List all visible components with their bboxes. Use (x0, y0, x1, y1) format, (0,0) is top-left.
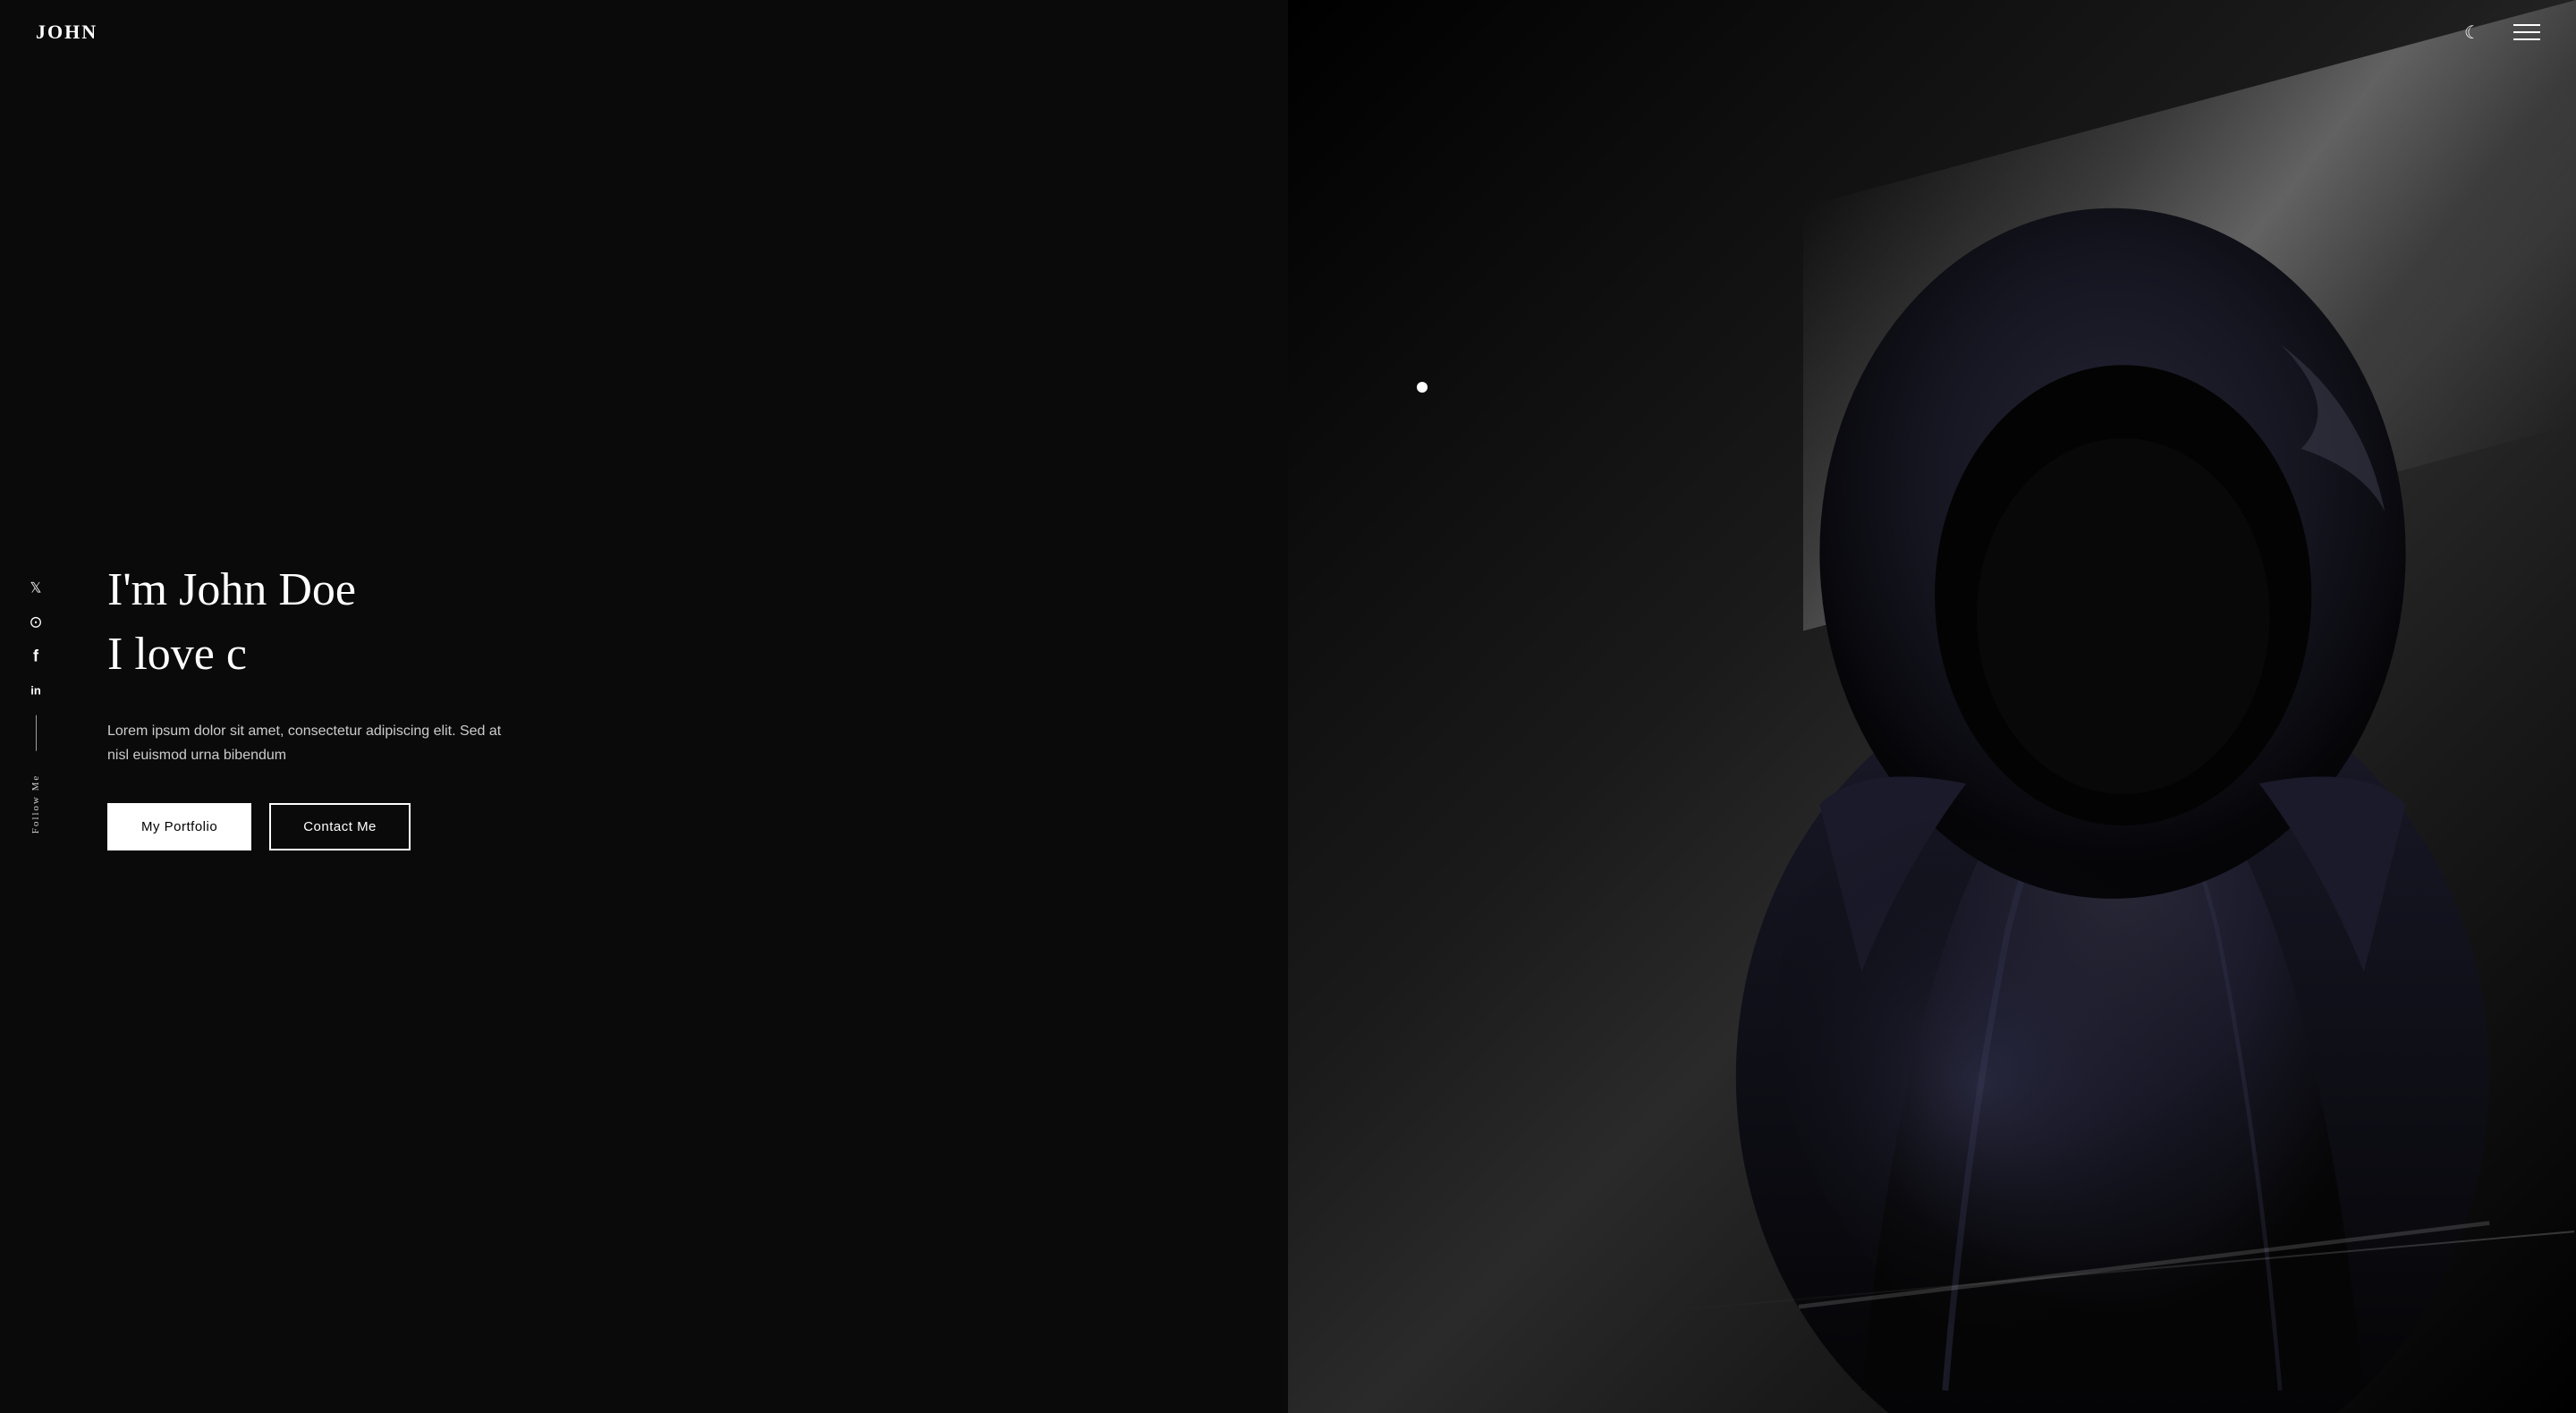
github-link[interactable]: ⊙ (27, 613, 45, 631)
white-dot-indicator (1417, 382, 1428, 393)
portfolio-button[interactable]: My Portfolio (107, 803, 251, 850)
sidebar: 𝕏 ⊙ f in Follow Me (27, 580, 45, 834)
linkedin-icon: in (30, 683, 41, 697)
left-panel: I'm John Doe I love c Lorem ipsum dolor … (0, 0, 1288, 1413)
contact-button[interactable]: Contact Me (269, 803, 411, 850)
facebook-link[interactable]: f (27, 647, 45, 665)
hamburger-line-3 (2513, 38, 2540, 40)
main-layout: I'm John Doe I love c Lorem ipsum dolor … (0, 0, 2576, 1413)
header: JOHN ☾ (0, 0, 2576, 64)
header-controls: ☾ (2458, 18, 2540, 47)
hamburger-menu-button[interactable] (2513, 24, 2540, 40)
right-panel (1288, 0, 2576, 1413)
theme-toggle-button[interactable]: ☾ (2458, 18, 2487, 47)
hero-description: Lorem ipsum dolor sit amet, consectetur … (107, 719, 519, 767)
button-group: My Portfolio Contact Me (107, 803, 1216, 850)
hamburger-line-2 (2513, 31, 2540, 33)
sidebar-divider (36, 715, 37, 751)
facebook-icon: f (33, 647, 38, 665)
theme-icon: ☾ (2464, 21, 2480, 44)
logo: JOHN (36, 21, 97, 44)
twitter-link[interactable]: 𝕏 (27, 580, 45, 597)
hero-image (1288, 0, 2576, 1413)
hero-title-line2: I love c (107, 627, 1216, 682)
github-icon: ⊙ (29, 613, 42, 631)
follow-label: Follow Me (30, 774, 41, 834)
twitter-icon: 𝕏 (30, 580, 42, 597)
hooded-figure-svg (1694, 113, 2531, 1413)
hero-title-line1: I'm John Doe (107, 563, 1216, 618)
linkedin-link[interactable]: in (27, 681, 45, 699)
hamburger-line-1 (2513, 24, 2540, 26)
